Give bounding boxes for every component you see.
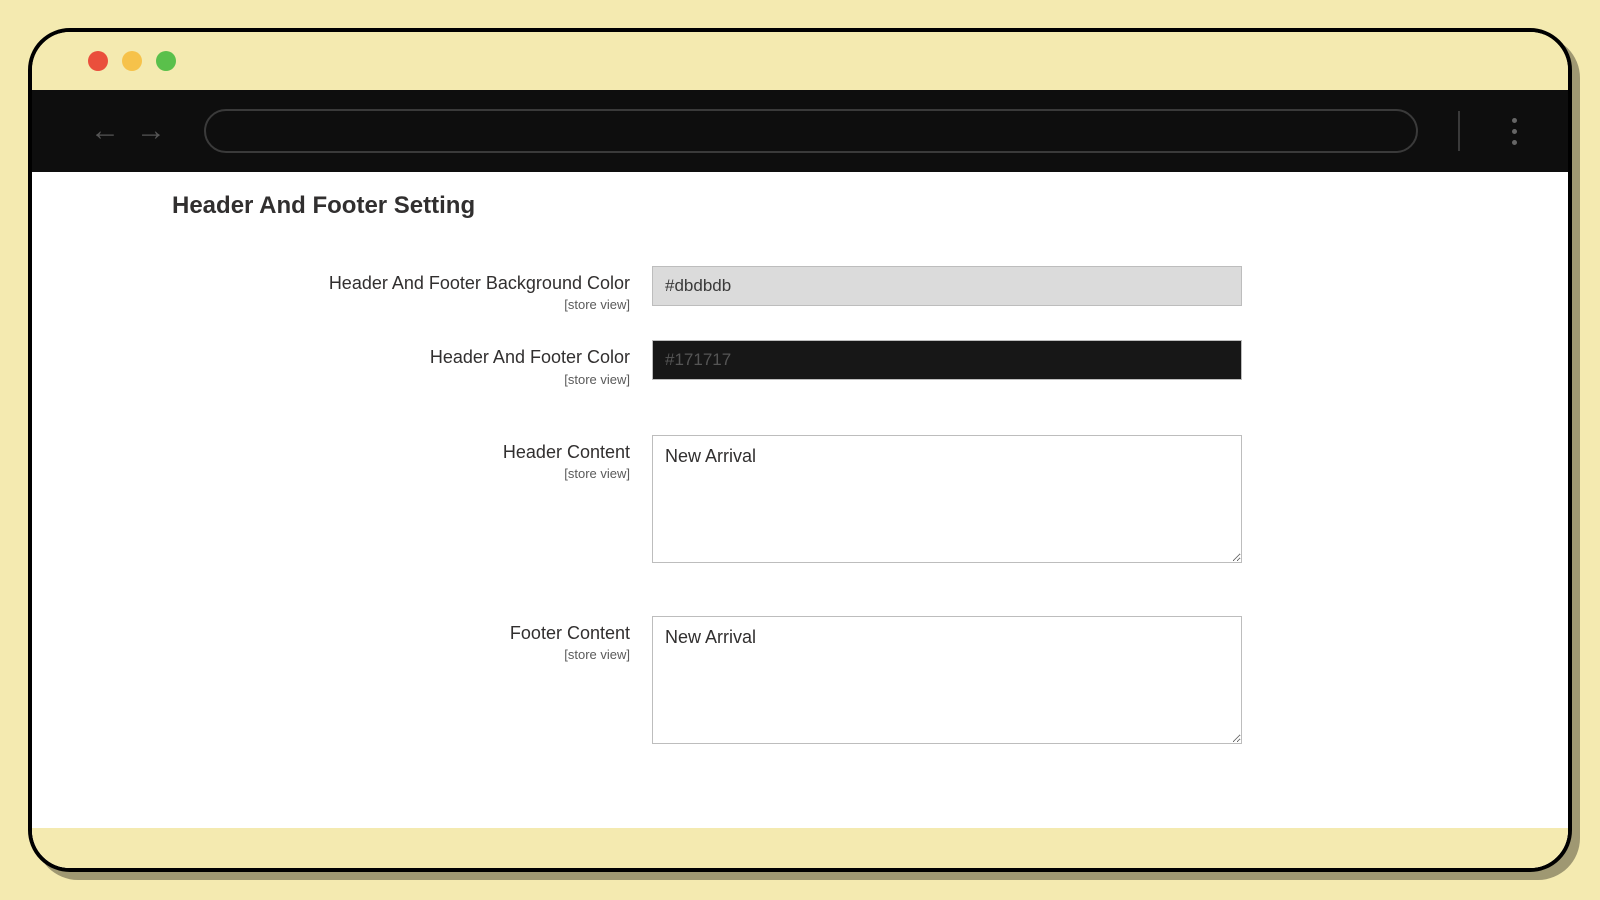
row-color: Header And Footer Color [store view] #17… xyxy=(172,340,1488,386)
scope-color: [store view] xyxy=(172,372,630,387)
window-maximize-button[interactable] xyxy=(156,51,176,71)
nav-back-icon[interactable]: ← xyxy=(88,114,122,148)
nav-forward-icon[interactable]: → xyxy=(134,114,168,148)
row-bgcolor: Header And Footer Background Color [stor… xyxy=(172,266,1488,312)
footer-strip xyxy=(32,828,1568,868)
label-bgcolor: Header And Footer Background Color xyxy=(172,272,630,295)
input-header-content[interactable] xyxy=(652,435,1242,563)
scope-bgcolor: [store view] xyxy=(172,297,630,312)
label-footer-content: Footer Content xyxy=(172,622,630,645)
row-footer-content: Footer Content [store view] xyxy=(172,616,1488,749)
label-header-content: Header Content xyxy=(172,441,630,464)
section-title: Header And Footer Setting xyxy=(32,192,1568,220)
window-close-button[interactable] xyxy=(88,51,108,71)
form: Header And Footer Background Color [stor… xyxy=(32,266,1568,749)
row-header-content: Header Content [store view] xyxy=(172,435,1488,568)
kebab-menu-icon[interactable] xyxy=(1500,118,1528,145)
browser-toolbar: ← → xyxy=(32,90,1568,172)
value-color: #171717 xyxy=(665,350,731,370)
content-area: Header And Footer Setting Header And Foo… xyxy=(32,172,1568,868)
scope-header-content: [store view] xyxy=(172,466,630,481)
input-color[interactable]: #171717 xyxy=(652,340,1242,380)
input-bgcolor[interactable]: #dbdbdb xyxy=(652,266,1242,306)
window-minimize-button[interactable] xyxy=(122,51,142,71)
scope-footer-content: [store view] xyxy=(172,647,630,662)
address-bar[interactable] xyxy=(204,109,1418,153)
toolbar-divider xyxy=(1458,111,1460,151)
label-color: Header And Footer Color xyxy=(172,346,630,369)
title-bar xyxy=(32,32,1568,90)
input-footer-content[interactable] xyxy=(652,616,1242,744)
value-bgcolor: #dbdbdb xyxy=(665,276,731,296)
browser-window: ← → Header And Footer Setting Header And… xyxy=(28,28,1572,872)
